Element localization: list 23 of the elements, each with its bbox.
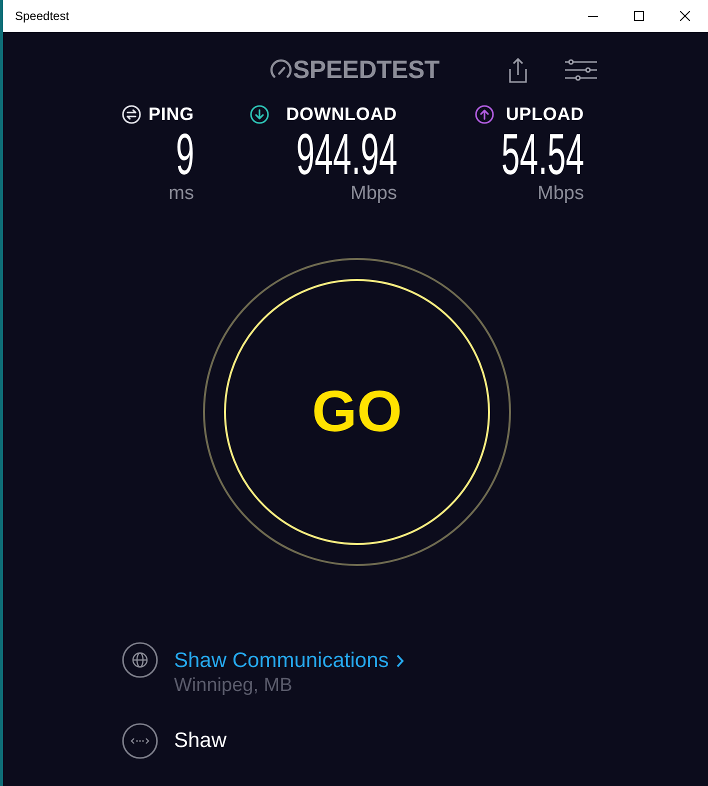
gauge-icon [270, 59, 292, 81]
window-title: Speedtest [14, 10, 70, 22]
chevron-right-icon [396, 654, 404, 668]
metric-value: 944.94 [296, 126, 397, 184]
share-icon[interactable] [506, 57, 530, 83]
metric-unit: Mbps [350, 184, 397, 203]
close-icon[interactable] [680, 11, 690, 21]
server-link[interactable]: Shaw Communications [174, 649, 404, 673]
server-location: Winnipeg, MB [174, 675, 294, 697]
globe-icon [122, 642, 158, 678]
brackets-dots-icon [122, 723, 158, 759]
sliders-icon[interactable] [565, 59, 597, 81]
logo-text: SPEEDTEST [293, 58, 440, 82]
metric-unit: Mbps [538, 184, 584, 203]
metric-label: DOWNLOAD [286, 105, 397, 123]
metric-value: 9 [176, 126, 194, 184]
go-button[interactable]: GO [224, 279, 490, 545]
maximize-icon[interactable] [634, 11, 644, 21]
metric-label: UPLOAD [506, 105, 584, 123]
metric-unit: ms [168, 184, 194, 203]
provider-name: Shaw [174, 729, 227, 753]
metric-value: 54.54 [501, 126, 584, 184]
metric-label: PING [148, 105, 194, 123]
